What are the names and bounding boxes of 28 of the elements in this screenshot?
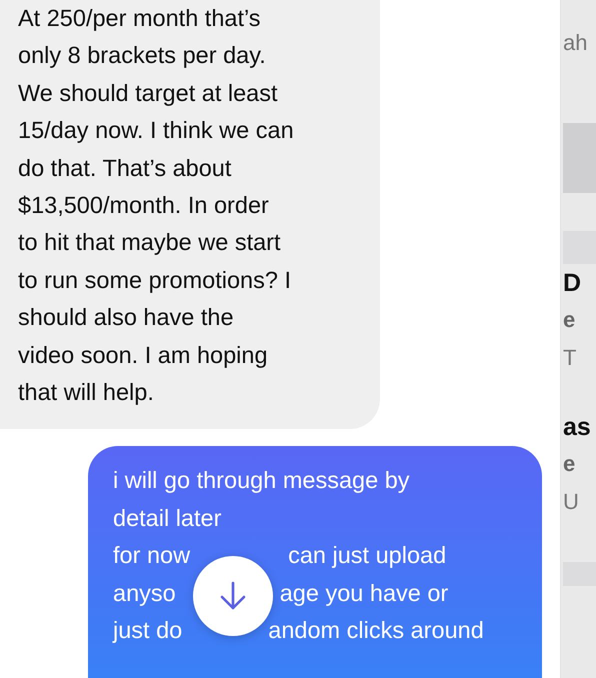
- message-text: can just upload: [288, 541, 446, 570]
- message-text: andom clicks around: [268, 616, 484, 646]
- message-text: age you have or: [280, 578, 448, 608]
- message-text: At 250/per month that’s: [18, 4, 261, 33]
- message-text: to run some promotions? I: [18, 266, 291, 295]
- highlighted-row: [563, 123, 596, 193]
- down-arrow-icon: [220, 581, 246, 611]
- item-title: as: [563, 412, 592, 443]
- message-text: to hit that maybe we start: [18, 228, 281, 258]
- item-preview: T: [563, 344, 578, 372]
- message-text: just do: [113, 616, 182, 646]
- item-subtitle: e: [563, 306, 576, 334]
- message-text: detail later: [113, 504, 222, 533]
- message-text: for now: [113, 541, 190, 570]
- message-text: should also have the: [18, 303, 234, 332]
- item-title: D: [563, 268, 582, 299]
- item-subtitle: e: [563, 450, 576, 478]
- message-text: that will help.: [18, 378, 154, 408]
- message-text: anyso: [113, 578, 176, 608]
- message-text: do that. That’s about: [18, 154, 232, 183]
- message-text: We should target at least: [18, 78, 278, 108]
- message-text: 15/day now. I think we can: [18, 116, 294, 146]
- item-preview: U: [563, 488, 580, 516]
- message-text: i will go through message by: [113, 466, 410, 496]
- message-text: only 8 brackets per day.: [18, 41, 266, 70]
- panel-text: ah: [563, 30, 588, 56]
- message-text: video soon. I am hoping: [18, 340, 268, 370]
- message-text: $13,500/month. In order: [18, 191, 269, 220]
